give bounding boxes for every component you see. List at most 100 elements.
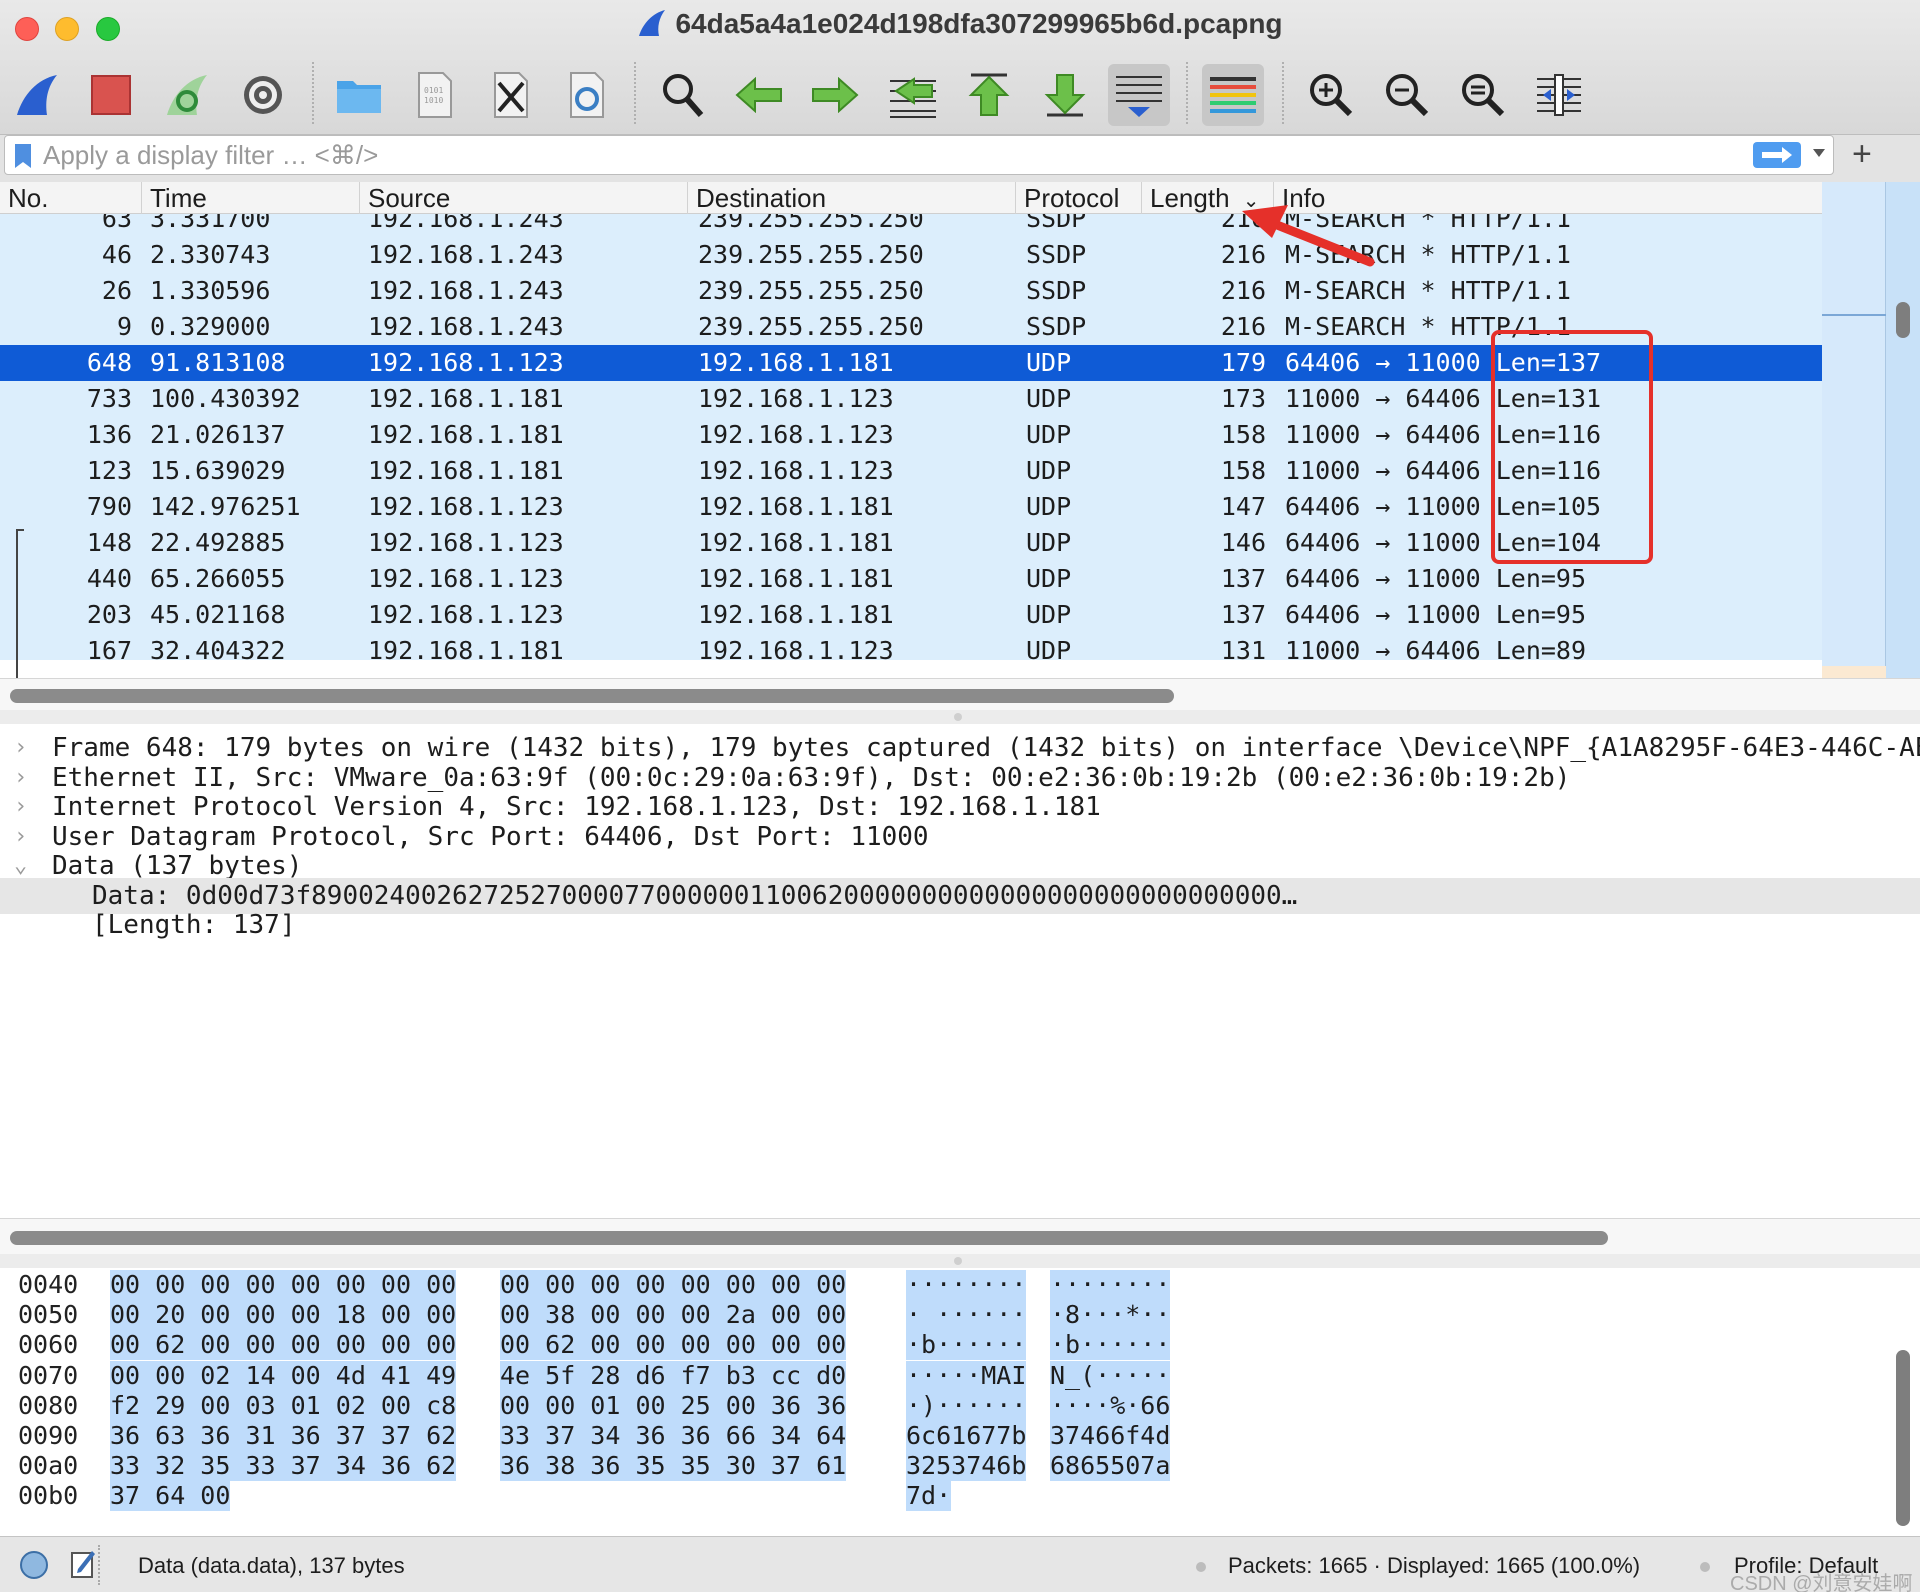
packet-cell-proto: UDP — [1026, 348, 1072, 377]
splitter-handle[interactable] — [954, 713, 962, 721]
packet-row[interactable]: 63 3.331700 192.168.1.243 239.255.255.250 SS… — [0, 214, 1822, 237]
resize-columns-button[interactable] — [1528, 64, 1590, 126]
pane-splitter[interactable] — [0, 710, 1920, 724]
hex-row[interactable]: 0080 f2 29 00 03 01 02 00 c8 00 00 01 00 2… — [0, 1390, 1920, 1421]
packet-cell-src: 192.168.1.181 — [368, 636, 564, 660]
column-time[interactable]: Time — [142, 182, 360, 214]
hex-offset: 00b0 — [18, 1481, 79, 1511]
capture-comment-icon[interactable] — [70, 1547, 96, 1579]
packet-cell-src: 192.168.1.181 — [368, 420, 564, 449]
column-destination[interactable]: Destination — [688, 182, 1016, 214]
packet-cell-no: 790 — [86, 492, 132, 521]
detail-tree-item[interactable]: [Length: 137] — [0, 907, 1920, 943]
packet-cell-proto: UDP — [1026, 528, 1072, 557]
hex-bytes: 00 00 02 14 00 4d 41 49 — [110, 1360, 457, 1391]
scrollbar-thumb[interactable] — [10, 689, 1174, 703]
hex-row[interactable]: 00b0 37 64 00 7d· — [0, 1481, 1920, 1512]
zoom-out-button[interactable] — [1376, 64, 1438, 126]
packet-row[interactable]: 46 2.330743 192.168.1.243 239.255.255.250 SS… — [0, 237, 1822, 273]
packet-cell-len: 216 — [1220, 312, 1266, 341]
status-separator — [98, 1545, 100, 1585]
last-packet-button[interactable] — [1034, 64, 1096, 126]
bookmark-icon[interactable] — [13, 142, 33, 170]
packet-row[interactable]: 167 32.404322 192.168.1.181 192.168.1.123 UD… — [0, 633, 1822, 660]
minimap-segment — [1822, 666, 1886, 678]
restart-capture-button[interactable] — [156, 64, 218, 126]
packet-cell-proto: UDP — [1026, 492, 1072, 521]
packet-cell-time: 91.813108 — [150, 348, 286, 377]
column-protocol[interactable]: Protocol — [1016, 182, 1142, 214]
packet-cell-len: 147 — [1220, 492, 1266, 521]
zoom-in-icon — [1310, 74, 1353, 117]
hex-bytes: 00 20 00 00 00 18 00 00 — [110, 1300, 457, 1331]
normal-size-button[interactable] — [1452, 64, 1514, 126]
packet-list-vertical-scrollbar[interactable] — [1896, 302, 1910, 338]
packet-cell-src: 192.168.1.243 — [368, 240, 564, 269]
auto-scroll-button[interactable] — [1108, 64, 1170, 126]
hex-bytes: 00 62 00 00 00 00 00 00 — [110, 1330, 457, 1361]
hex-offset: 0090 — [18, 1421, 79, 1450]
packet-cell-time: 2.330743 — [150, 240, 271, 269]
go-back-button[interactable] — [728, 64, 790, 126]
zoom-out-icon — [1386, 74, 1429, 117]
add-filter-button[interactable]: + — [1852, 135, 1872, 174]
find-packet-button[interactable] — [652, 64, 714, 126]
go-forward-button[interactable] — [804, 64, 866, 126]
start-capture-button[interactable] — [6, 64, 68, 126]
zoom-in-button[interactable] — [1300, 64, 1362, 126]
reload-file-button[interactable] — [556, 64, 618, 126]
packet-cell-len: 216 — [1220, 240, 1266, 269]
packet-row[interactable]: 203 45.021168 192.168.1.123 192.168.1.181 UD… — [0, 597, 1822, 633]
status-selected-field: Data (data.data), 137 bytes — [138, 1553, 405, 1578]
hex-row[interactable]: 0040 00 00 00 00 00 00 00 00 00 00 00 00 0… — [0, 1270, 1920, 1300]
column-source[interactable]: Source — [360, 182, 688, 214]
colorize-button[interactable] — [1202, 64, 1264, 126]
hex-row[interactable]: 0070 00 00 02 14 00 4d 41 49 4e 5f 28 d6 f… — [0, 1360, 1920, 1391]
display-filter-input[interactable] — [43, 138, 1743, 172]
packet-row[interactable]: 440 65.266055 192.168.1.123 192.168.1.181 UD… — [0, 561, 1822, 597]
ascii-bytes: ·b······ — [906, 1330, 1027, 1361]
hex-bytes: 4e 5f 28 d6 f7 b3 cc d0 — [500, 1360, 847, 1391]
packet-cell-len: 158 — [1220, 420, 1266, 449]
open-file-button[interactable] — [328, 64, 390, 126]
column-info[interactable]: Info — [1274, 182, 1822, 214]
packet-cell-src: 192.168.1.123 — [368, 348, 564, 377]
ascii-bytes: ········ — [906, 1270, 1027, 1300]
hex-row[interactable]: 0090 36 63 36 31 36 37 37 62 33 37 34 36 3… — [0, 1421, 1920, 1451]
packet-cell-time: 1.330596 — [150, 276, 271, 305]
forward-icon — [812, 77, 859, 113]
stop-capture-button[interactable] — [80, 64, 142, 126]
packet-minimap[interactable] — [1822, 182, 1920, 678]
expert-info-icon[interactable] — [20, 1551, 48, 1579]
packet-cell-no: 136 — [86, 420, 132, 449]
packet-cell-len: 158 — [1220, 456, 1266, 485]
packet-cell-info: 64406 → 11000 Len=95 — [1285, 600, 1587, 629]
packet-cell-src: 192.168.1.123 — [368, 564, 564, 593]
scrollbar-thumb[interactable] — [10, 1231, 1608, 1245]
details-horizontal-scrollbar[interactable] — [0, 1218, 1920, 1254]
packet-cell-proto: UDP — [1026, 384, 1072, 413]
packet-cell-no: 46 — [101, 240, 132, 269]
packet-cell-time: 142.976251 — [150, 492, 301, 521]
close-file-button[interactable] — [480, 64, 542, 126]
packet-cell-time: 45.021168 — [150, 600, 286, 629]
go-to-packet-button[interactable] — [882, 64, 944, 126]
hex-row[interactable]: 0060 00 62 00 00 00 00 00 00 00 62 00 00 0… — [0, 1330, 1920, 1361]
capture-options-button[interactable] — [232, 64, 294, 126]
hex-row[interactable]: 00a0 33 32 35 33 37 34 36 62 36 38 36 35 3… — [0, 1451, 1920, 1482]
apply-filter-button[interactable] — [1753, 142, 1801, 168]
pane-splitter[interactable] — [0, 1254, 1920, 1268]
packet-row[interactable]: 26 1.330596 192.168.1.243 239.255.255.250 SS… — [0, 273, 1822, 309]
packet-cell-len: 179 — [1220, 348, 1266, 377]
hex-row[interactable]: 0050 00 20 00 00 00 18 00 00 00 38 00 00 0… — [0, 1300, 1920, 1331]
save-file-button[interactable]: 0101 1010 — [404, 64, 466, 126]
chevron-down-icon[interactable] — [1811, 146, 1827, 160]
first-packet-button[interactable] — [958, 64, 1020, 126]
packet-cell-time: 100.430392 — [150, 384, 301, 413]
packet-cell-dst: 239.255.255.250 — [698, 276, 924, 305]
column-length[interactable]: Length ⌄ — [1142, 182, 1274, 214]
bytes-vertical-scrollbar[interactable] — [1896, 1350, 1910, 1526]
column-no[interactable]: No. — [0, 182, 142, 214]
packet-list-horizontal-scrollbar[interactable] — [0, 678, 1920, 710]
splitter-handle[interactable] — [954, 1257, 962, 1265]
